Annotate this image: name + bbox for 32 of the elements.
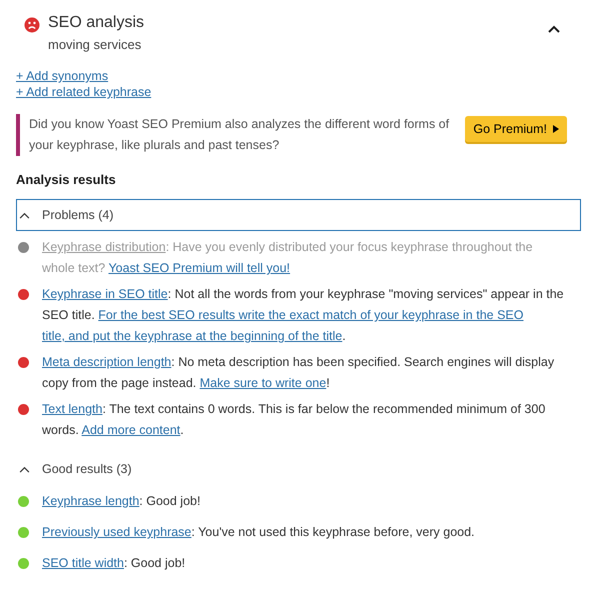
result-link[interactable]: SEO title width xyxy=(42,556,124,570)
result-text: Previously used keyphrase: You've not used this keyphrase before, very good. xyxy=(42,524,476,541)
result-link[interactable]: Make sure to write one xyxy=(200,376,326,390)
result-link[interactable]: Meta description length xyxy=(42,355,172,369)
result-link[interactable]: For the best SEO results write the exact match of your keyphrase in the SEO xyxy=(98,308,524,322)
sad-face-icon xyxy=(24,17,40,33)
result-link[interactable]: Keyphrase distribution xyxy=(42,240,166,254)
result-link[interactable]: Text length xyxy=(42,402,102,416)
result-link[interactable]: Add more content xyxy=(82,423,180,437)
result-text: Keyphrase in SEO title: Not all the words from your keyphrase "moving services" appear in the SEO title. For the best SEO results write the exact match of your keyphrase in the SEO title, and put the keyphrase at the beginning of the title. xyxy=(42,286,565,345)
result-text: Keyphrase distribution: Have you evenly distributed your focus keyphrase throughout the whole text? Yoast SEO Premium will tell you! xyxy=(42,239,534,277)
result-text: Text length: The text contains 0 words. This is far below the recommended minimum of 300 words. Add more content. xyxy=(42,401,546,439)
result-link[interactable]: title, and put the keyphrase at the beginning of the title xyxy=(42,329,342,343)
results-heading: Analysis results xyxy=(16,172,117,187)
result-link[interactable]: Keyphrase length xyxy=(42,494,140,508)
result-text: Keyphrase length: Good job! xyxy=(42,493,202,510)
result-link[interactable]: Keyphrase in SEO title xyxy=(42,287,168,301)
go-premium-button[interactable]: Go Premium! xyxy=(465,116,567,142)
premium-notice: Did you know Yoast SEO Premium also analyzes the different word forms of your keyphrase, like plurals and past tenses? xyxy=(29,116,450,154)
result-text: SEO title width: Good job! xyxy=(42,555,186,572)
chevron-icon xyxy=(19,466,30,472)
add-link[interactable]: + Add synonyms xyxy=(16,68,108,84)
results-toggle[interactable]: Problems (4) xyxy=(16,199,581,231)
focus-keyphrase: moving services xyxy=(48,37,142,52)
chevron-icon xyxy=(19,212,30,218)
result-text: Meta description length: No meta description has been specified. Search engines will display copy from the page instead. Make sure to write one! xyxy=(42,354,556,392)
chevron-icon[interactable] xyxy=(547,24,561,34)
add-link[interactable]: + Add related keyphrase xyxy=(16,84,152,100)
section-title: SEO analysis xyxy=(48,14,146,32)
result-link[interactable]: Yoast SEO Premium will tell you! xyxy=(108,261,290,275)
play-icon xyxy=(553,125,559,133)
result-link[interactable]: Previously used keyphrase xyxy=(42,525,192,539)
